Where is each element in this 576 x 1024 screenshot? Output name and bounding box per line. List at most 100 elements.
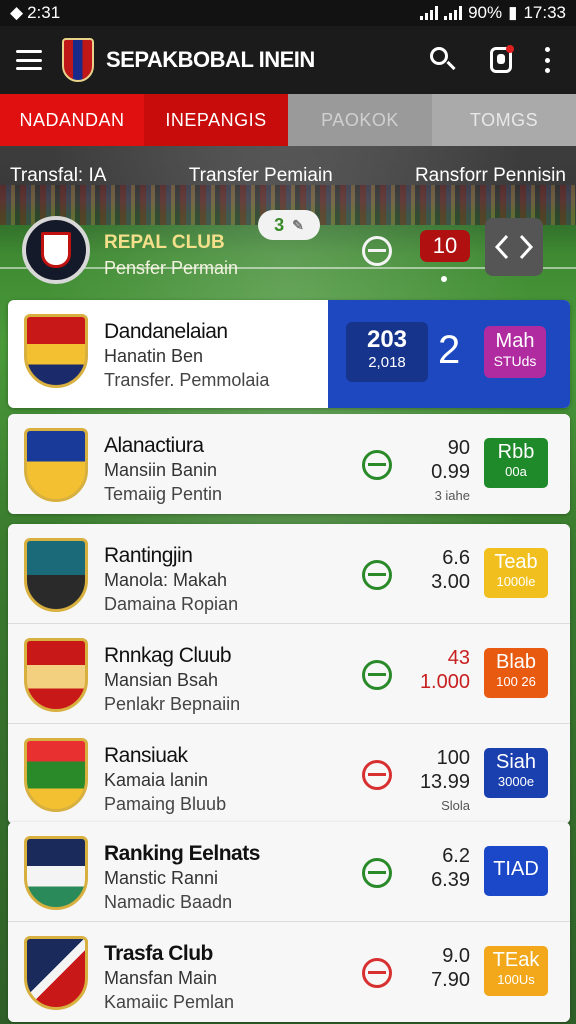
tab-inepangis[interactable]: INEPANGIS [144, 94, 288, 146]
list-item[interactable]: Alanactiura Mansiin Banin Temaiig Pentin… [8, 414, 570, 514]
toggle-icon[interactable] [362, 858, 392, 888]
club-line2: Mansfan Main [104, 968, 218, 988]
chip-sublabel: 3000e [497, 774, 535, 789]
value-secondary: 13.99 [419, 771, 470, 793]
chip-label: Siah [495, 751, 537, 773]
list-item[interactable]: Rantingjin Manola: Makah Damaina Ropian … [8, 524, 570, 624]
battery-icon: ▮ [508, 3, 518, 22]
toggle-icon[interactable] [362, 236, 392, 266]
status-chip[interactable]: Teab 1000le [484, 548, 548, 598]
list-item[interactable]: Ransiuak Kamaia lanin Pamaing Bluub 100 … [8, 724, 570, 824]
stat-small: 2,018 [368, 354, 406, 371]
signal-icon-2 [444, 6, 463, 20]
club-name: Ransiuak [104, 744, 188, 767]
toggle-icon[interactable] [362, 450, 392, 480]
club-name: Alanactiura [104, 434, 204, 457]
club-line2: Manstic Ranni [104, 868, 219, 888]
value-primary: 6.6 [442, 547, 470, 569]
signal-icon [420, 6, 439, 20]
status-chip[interactable]: Blab 100 26 [484, 648, 548, 698]
club-line3: Namadic Baadn [104, 892, 233, 912]
status-bar: ◆ 2:31 90% ▮ 17:33 [0, 0, 576, 26]
highlight-row[interactable]: Dandanelaian Hanatin Ben Transfer. Pemmo… [8, 300, 570, 408]
swap-icon[interactable] [485, 218, 543, 276]
toggle-icon[interactable] [362, 760, 392, 790]
chip-sublabel: STUds [493, 353, 537, 369]
status-chip[interactable]: TEak 100Us [484, 946, 548, 996]
app-title: SEPAKBOBAL INEIN [106, 47, 315, 72]
list-item[interactable]: Rnnkag Cluub Mansian Bsah Penlakr Bepnai… [8, 624, 570, 724]
club-line2: Mansian Bsah [104, 670, 219, 690]
club-card: Rantingjin Manola: Makah Damaina Ropian … [8, 524, 570, 824]
value-primary: 6.2 [442, 845, 470, 867]
subtab-transfer-pemiain[interactable]: Transfer Pemiain [189, 165, 333, 187]
tab-bar: NADANDAN INEPANGIS PAOKOK TOMGS [0, 94, 576, 146]
highlight-number: 2 [438, 328, 461, 372]
featured-badge: 10 [420, 230, 470, 262]
location-icon: ◆ [10, 3, 24, 22]
status-clock: 17:33 [523, 3, 566, 22]
featured-pill[interactable]: 3 ✎ [258, 210, 320, 240]
tab-nadandan[interactable]: NADANDAN [0, 94, 144, 146]
chip-label: Mah [495, 330, 535, 352]
club-line3: Transfer. Pemmolaia [104, 370, 270, 390]
status-time: 2:31 [27, 3, 61, 22]
value-secondary: 1.000 [419, 671, 470, 693]
club-name: Trasfa Club [104, 942, 213, 965]
club-crest [24, 428, 88, 502]
chip-label: TIAD [493, 858, 539, 880]
indicator-dot [441, 276, 447, 282]
status-chip[interactable]: TIAD [484, 846, 548, 896]
club-name: Rantingjin [104, 544, 193, 567]
menu-icon[interactable] [16, 50, 42, 70]
battery-text: 90% [468, 3, 503, 22]
value-secondary: 0.99 [431, 461, 470, 483]
highlight-chip[interactable]: Mah STUds [484, 326, 546, 378]
club-name: Dandanelaian [104, 320, 228, 343]
toggle-icon[interactable] [362, 660, 392, 690]
toggle-icon[interactable] [362, 560, 392, 590]
chip-sublabel: 100Us [497, 972, 535, 987]
tab-paokok[interactable]: PAOKOK [288, 94, 432, 146]
score-values: 43 1.000 [420, 646, 470, 694]
chip-sublabel: 100 26 [496, 674, 536, 689]
value-tertiary: Slola [441, 798, 470, 813]
search-icon[interactable] [428, 45, 458, 75]
club-line3: Temaiig Pentin [104, 484, 223, 504]
featured-pill-value: 3 [274, 214, 285, 235]
tab-tomgs[interactable]: TOMGS [432, 94, 576, 146]
club-name: Ranking Eelnats [104, 842, 260, 865]
chip-label: Blab [495, 651, 537, 673]
club-line3: Damaina Ropian [104, 594, 239, 614]
featured-club-subtitle: Pensfer Permain [104, 258, 239, 278]
club-line2: Hanatin Ben [104, 346, 204, 366]
list-item[interactable]: Trasfa Club Mansfan Main Kamaiic Pemlan … [8, 922, 570, 1022]
club-crest [24, 836, 88, 910]
featured-club-crest [22, 216, 90, 284]
subtab-row: Transfal: IA Transfer Pemiain Ransforr P… [0, 150, 576, 202]
subtab-ransforr[interactable]: Ransforr Pennisin [415, 165, 566, 187]
status-chip[interactable]: Siah 3000e [484, 748, 548, 798]
toggle-icon[interactable] [362, 958, 392, 988]
value-primary: 43 [447, 647, 470, 669]
score-values: 90 0.99 3 iahe [431, 436, 470, 508]
list-item[interactable]: Ranking Eelnats Manstic Ranni Namadic Ba… [8, 822, 570, 922]
club-crest [24, 936, 88, 1010]
chip-label: Teab [494, 551, 538, 573]
score-values: 6.2 6.39 [431, 844, 470, 892]
edit-icon: ✎ [292, 216, 304, 233]
club-crest [24, 738, 88, 812]
chip-sublabel: 1000le [496, 574, 536, 589]
club-line3: Penlakr Bepnaiin [104, 694, 241, 714]
more-options-icon[interactable] [544, 47, 550, 73]
featured-club-title: REPAL CLUB [104, 232, 225, 253]
subtab-transfal[interactable]: Transfal: IA [10, 165, 106, 187]
status-chip[interactable]: Rbb 00a [484, 438, 548, 488]
notification-icon[interactable] [486, 45, 516, 75]
club-card: Ranking Eelnats Manstic Ranni Namadic Ba… [8, 822, 570, 1022]
value-tertiary: 3 iahe [434, 488, 470, 503]
club-card: Alanactiura Mansiin Banin Temaiig Pentin… [8, 414, 570, 514]
club-line2: Mansiin Banin [104, 460, 218, 480]
app-bar: SEPAKBOBAL INEIN [0, 26, 576, 94]
highlight-stat: 203 2,018 [346, 322, 428, 382]
